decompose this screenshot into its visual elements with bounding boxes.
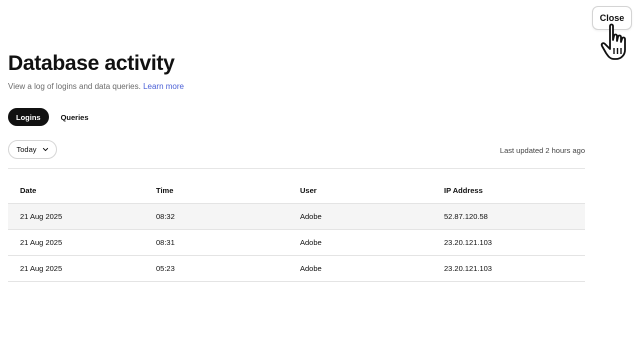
page-subtitle: View a log of logins and data queries. L… (8, 81, 184, 93)
date-filter-value: Today (16, 145, 37, 154)
cell-date: 21 Aug 2025 (20, 264, 63, 273)
column-header-user: User (300, 186, 317, 195)
cell-user: Adobe (300, 238, 322, 247)
date-filter-dropdown[interactable]: Today (8, 140, 57, 159)
cell-user: Adobe (300, 264, 322, 273)
activity-table: Date Time User IP Address 21 Aug 2025 08… (8, 178, 585, 282)
tab-logins[interactable]: Logins (8, 108, 49, 126)
cell-date: 21 Aug 2025 (20, 212, 63, 221)
database-activity-page: Close Database activity View a log of lo… (0, 0, 640, 356)
divider (8, 168, 585, 169)
cell-ip-address: 52.87.120.58 (444, 212, 488, 221)
table-row[interactable]: 21 Aug 2025 08:31 Adobe 23.20.121.103 (8, 230, 585, 256)
learn-more-link[interactable]: Learn more (143, 82, 184, 91)
chevron-down-icon (42, 147, 48, 152)
cell-time: 08:31 (156, 238, 175, 247)
tab-bar: Logins Queries (8, 108, 97, 126)
cell-user: Adobe (300, 212, 322, 221)
cell-ip-address: 23.20.121.103 (444, 264, 492, 273)
subtitle-text: View a log of logins and data queries. (8, 82, 141, 91)
column-header-time: Time (156, 186, 174, 195)
cell-ip-address: 23.20.121.103 (444, 238, 492, 247)
table-row[interactable]: 21 Aug 2025 08:32 Adobe 52.87.120.58 (8, 204, 585, 230)
cell-time: 05:23 (156, 264, 175, 273)
column-header-ip-address: IP Address (444, 186, 483, 195)
last-updated-text: Last updated 2 hours ago (499, 146, 585, 155)
table-row[interactable]: 21 Aug 2025 05:23 Adobe 23.20.121.103 (8, 256, 585, 282)
hand-pointer-icon (600, 23, 626, 60)
page-title: Database activity (8, 52, 175, 75)
tab-queries[interactable]: Queries (53, 108, 97, 126)
column-header-date: Date (20, 186, 37, 195)
cell-time: 08:32 (156, 212, 175, 221)
table-header-row: Date Time User IP Address (8, 178, 585, 204)
cell-date: 21 Aug 2025 (20, 238, 63, 247)
